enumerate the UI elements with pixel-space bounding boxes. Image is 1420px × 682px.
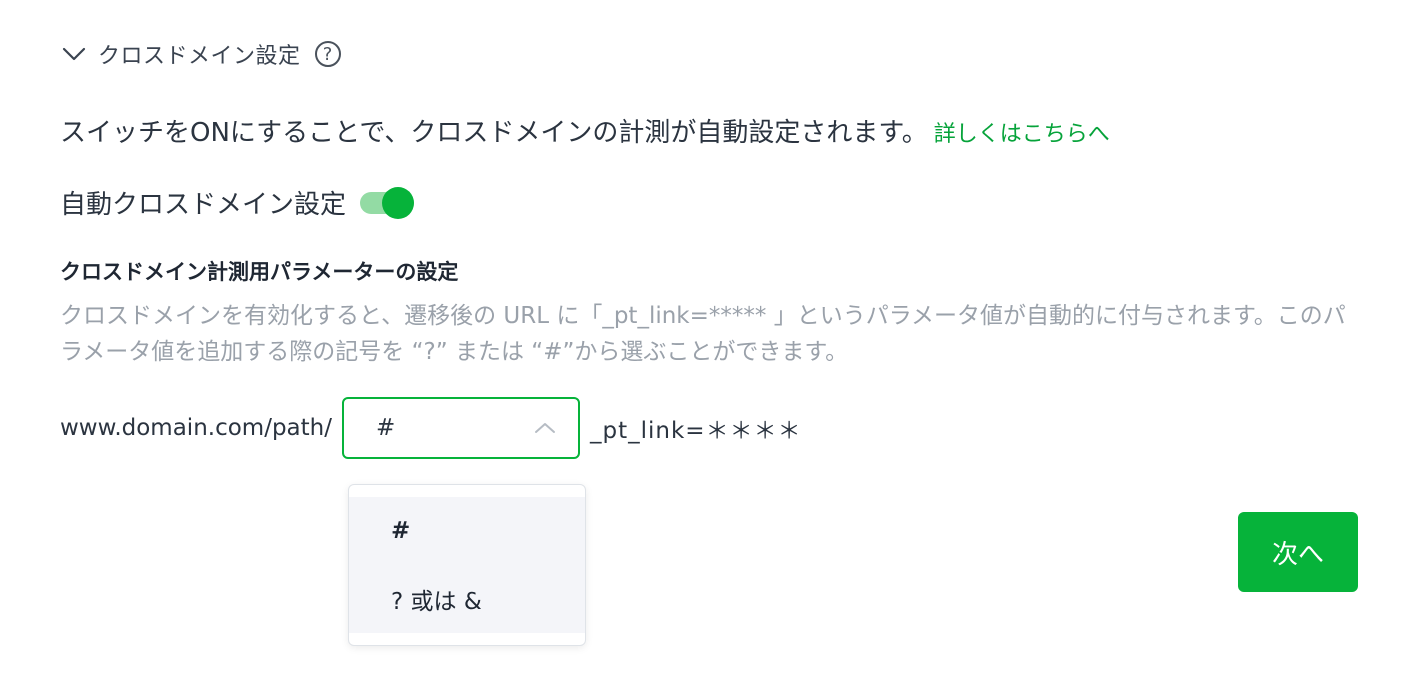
cross-domain-settings-page: クロスドメイン設定 ? スイッチをONにすることで、クロスドメインの計測が自動設… (0, 0, 1420, 682)
param-section-title: クロスドメイン計測用パラメーターの設定 (60, 260, 459, 284)
symbol-dropdown-menu: # ? 或は & (348, 484, 586, 646)
dropdown-option-hash[interactable]: # (349, 497, 585, 565)
section-header[interactable]: クロスドメイン設定 ? (60, 36, 341, 72)
next-button[interactable]: 次へ (1238, 512, 1358, 592)
url-builder-row: www.domain.com/path/ # _pt_link=＊＊＊＊ (60, 396, 802, 460)
chevron-up-icon (535, 423, 555, 433)
auto-cross-domain-toggle[interactable] (360, 185, 415, 221)
section-title: クロスドメイン設定 (98, 44, 301, 69)
url-suffix: _pt_link=＊＊＊＊ (590, 418, 802, 444)
question-circle-icon[interactable]: ? (314, 41, 341, 67)
intro-text-line: スイッチをONにすることで、クロスドメインの計測が自動設定されます。 詳しくはこち… (60, 112, 1110, 149)
toggle-knob (382, 186, 415, 219)
learn-more-link[interactable]: 詳しくはこちらへ (934, 122, 1110, 147)
symbol-select-value: # (376, 415, 396, 441)
chevron-down-icon[interactable] (60, 40, 88, 68)
param-section-description: クロスドメインを有効化すると、遷移後の URL に「_pt_link=*****… (60, 303, 1346, 365)
dropdown-option-question-or-ampersand[interactable]: ? 或は & (349, 565, 585, 633)
auto-cross-domain-label: 自動クロスドメイン設定 (60, 190, 347, 220)
intro-text: スイッチをONにすることで、クロスドメインの計測が自動設定されます。 (60, 118, 928, 148)
url-prefix: www.domain.com/path/ (60, 415, 332, 441)
auto-cross-domain-row: 自動クロスドメイン設定 (60, 184, 415, 221)
symbol-select[interactable]: # (342, 397, 580, 459)
